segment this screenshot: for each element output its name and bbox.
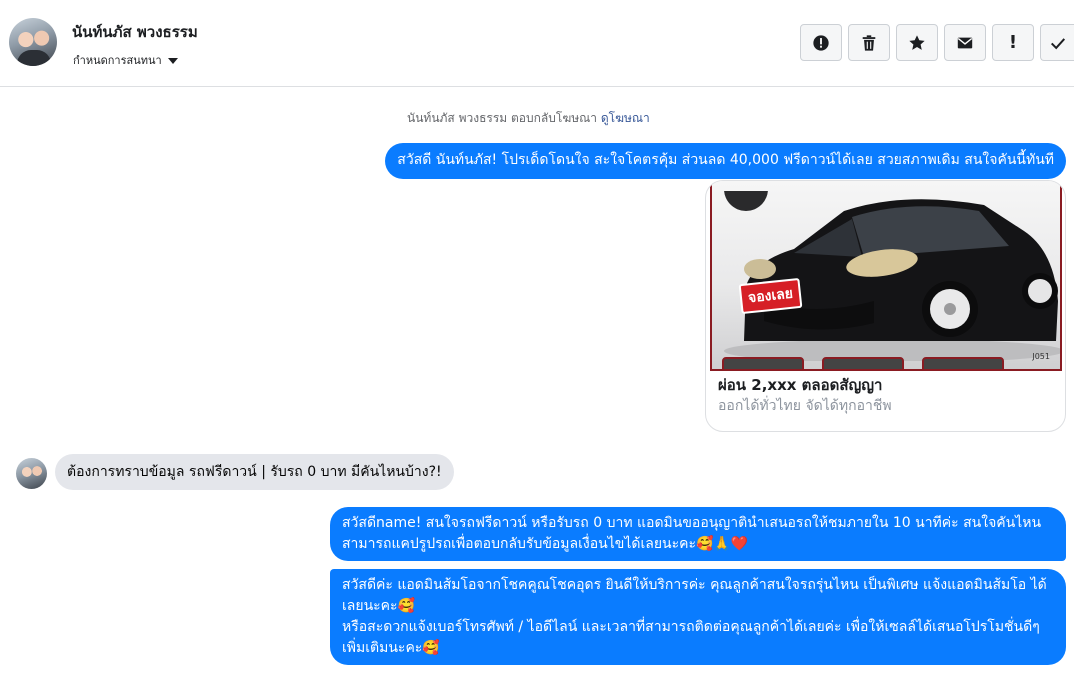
outgoing-message: สวัสดี นันท์นภัส! โปรเด็ดโดนใจ สะใจโคตรค… [385,143,1066,179]
conversation-setting-dropdown[interactable]: กำหนดการสนทนา [73,51,178,69]
caret-down-icon [167,58,178,64]
contact-name[interactable]: นันท์นภัส พวงธรรม [72,20,198,44]
conversation-setting-label: กำหนดการสนทนา [73,54,162,67]
contact-avatar[interactable] [9,18,57,66]
thumbnail-strip [712,357,1060,369]
alert-circle-icon [813,34,829,51]
star-button[interactable] [896,24,938,61]
view-ad-link[interactable]: ดูโฆษณา [601,111,650,125]
car-image: จองเลย J051 [710,181,1062,371]
star-icon [909,34,925,50]
incoming-message: ต้องการทราบข้อมูล รถฟรีดาวน์ | รับรถ 0 บ… [55,454,454,490]
reserve-now-stamp: จองเลย [738,277,803,315]
car-illustration [724,191,1060,361]
delete-button[interactable] [848,24,890,61]
ad-card[interactable]: จองเลย J051 ผ่อน 2,xxx ตลอดสัญญา ออกได้ท… [705,180,1066,432]
exclamation-icon: ! [1008,32,1018,53]
mail-icon [957,37,973,48]
check-icon [1050,37,1065,49]
thumbnail [922,357,1004,369]
mark-spam-button[interactable] [800,24,842,61]
ad-title: ผ่อน 2,xxx ตลอดสัญญา [718,376,883,394]
thumbnail [822,357,904,369]
outgoing-message: สวัสดีname! สนใจรถฟรีดาวน์ หรือรับรถ 0 บ… [330,507,1066,561]
outgoing-message: สวัสดีค่ะ แอดมินส้มโอจากโชคคูณโชคอุดร ยิ… [330,569,1066,665]
ad-subtitle: ออกได้ทั่วไทย จัดได้ทุกอาชีพ [718,398,892,414]
follow-up-button[interactable]: ! [992,24,1034,61]
ad-reply-notice: นันท์นภัส พวงธรรม ตอบกลับโฆษณา ดูโฆษณา [407,109,650,128]
sender-avatar[interactable] [16,458,47,489]
ad-reply-text: นันท์นภัส พวงธรรม ตอบกลับโฆษณา [407,111,598,125]
mark-done-button[interactable] [1040,24,1074,61]
conversation-header: นันท์นภัส พวงธรรม กำหนดการสนทนา ! [0,0,1074,87]
trash-icon [862,34,876,51]
thumbnail [722,357,804,369]
mark-unread-button[interactable] [944,24,986,61]
